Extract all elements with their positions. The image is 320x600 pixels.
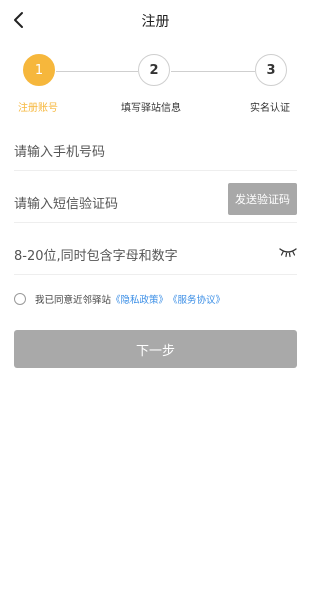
step-2-circle: 2	[138, 54, 170, 86]
password-field[interactable]: 8-20位,同时包含字母和数字	[14, 234, 297, 275]
step-connector	[171, 71, 255, 72]
agreement-row: 我已同意近邻驿站 《隐私政策》 《服务协议》	[14, 291, 225, 307]
progress-stepper: 1 2 3 注册账号 填写驿站信息 实名认证	[0, 52, 311, 122]
step-1-label: 注册账号	[18, 103, 58, 114]
phone-field[interactable]: 请输入手机号码	[14, 130, 297, 171]
privacy-policy-link[interactable]: 《隐私政策》	[111, 292, 168, 306]
agreement-checkbox[interactable]	[14, 293, 26, 305]
page-title: 注册	[141, 14, 170, 30]
next-step-button[interactable]: 下一步	[14, 330, 297, 368]
eye-closed-icon[interactable]	[279, 246, 297, 258]
agreement-text: 我已同意近邻驿站	[35, 295, 112, 306]
send-code-button[interactable]: 发送验证码	[228, 183, 297, 215]
step-3-circle: 3	[255, 54, 287, 86]
service-agreement-link[interactable]: 《服务协议》	[168, 292, 225, 306]
phone-placeholder: 请输入手机号码	[14, 145, 106, 160]
step-2-label: 填写驿站信息	[121, 103, 181, 114]
sms-code-placeholder: 请输入短信验证码	[14, 197, 119, 212]
step-3-label: 实名认证	[250, 103, 290, 114]
step-connector	[56, 71, 138, 72]
header: 注册	[0, 0, 311, 40]
password-placeholder: 8-20位,同时包含字母和数字	[14, 249, 178, 264]
step-1-circle: 1	[23, 54, 55, 86]
